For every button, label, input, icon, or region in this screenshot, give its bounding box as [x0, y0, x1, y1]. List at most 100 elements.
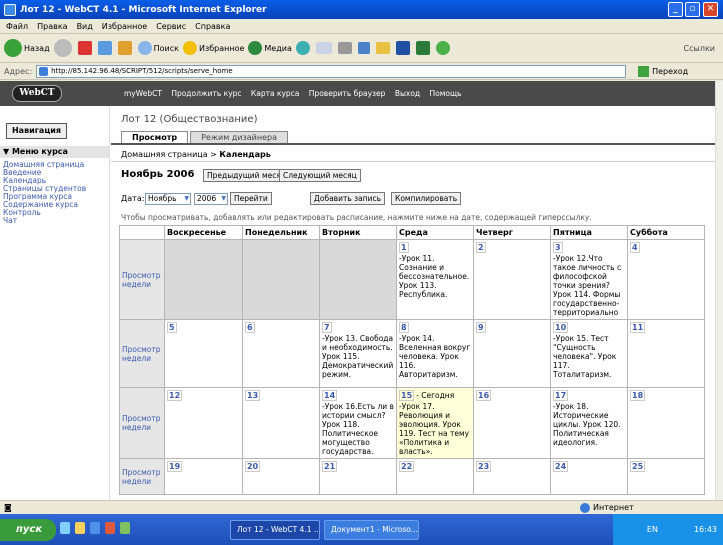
menu-tools[interactable]: Сервис — [156, 22, 186, 31]
calendar-event[interactable]: -Урок 12.Что такое личность с философско… — [553, 254, 625, 317]
calendar-day-cell[interactable]: 3 -Урок 12.Что такое личность с философск… — [550, 239, 628, 320]
menu-edit[interactable]: Правка — [37, 22, 67, 31]
month-select[interactable]: Ноябрь — [145, 193, 191, 205]
menu-favorites[interactable]: Избранное — [102, 22, 147, 31]
calendar-day-cell[interactable]: 8 -Урок 14. Вселенная вокруг человека. Ур… — [396, 319, 474, 388]
calendar-day-cell[interactable]: 1 -Урок 11. Сознание и бессознательное. У… — [396, 239, 474, 320]
day-number-link[interactable]: 24 — [553, 461, 569, 472]
calendar-day-cell[interactable]: 9 — [473, 319, 551, 388]
day-number-link[interactable]: 17 — [553, 390, 569, 401]
task-ie[interactable]: Лот 12 - WebCT 4.1 ... — [230, 519, 320, 540]
day-number-link[interactable]: 21 — [322, 461, 338, 472]
calendar-event[interactable]: -Урок 11. Сознание и бессознательное. Ур… — [399, 254, 471, 299]
calendar-day-cell[interactable]: 17 -Урок 18. Исторические циклы. Урок 120… — [550, 387, 628, 459]
nav-resume-course[interactable]: Продолжить курс — [171, 89, 241, 98]
navigation-button[interactable]: Навигация — [6, 123, 67, 139]
print-button[interactable] — [337, 42, 354, 54]
forward-button[interactable] — [53, 39, 74, 57]
calendar-day-cell[interactable]: 18 — [627, 387, 705, 459]
calendar-event[interactable]: -Урок 13. Свобода и необходимость. Урок … — [322, 334, 394, 379]
history-button[interactable] — [295, 41, 312, 55]
mail-button[interactable] — [315, 42, 334, 54]
day-number-link[interactable]: 8 — [399, 322, 409, 333]
quick-launch-icon[interactable] — [75, 521, 85, 534]
tab-view[interactable]: Просмотр — [121, 131, 189, 143]
calendar-day-cell[interactable]: 10 -Урок 15. Тест "Сущность человека". Ур… — [550, 319, 628, 388]
favorites-button[interactable]: Избранное — [182, 41, 244, 55]
week-view-link[interactable]: Просмотр недели — [119, 239, 165, 320]
day-number-link[interactable]: 20 — [245, 461, 261, 472]
calendar-day-cell[interactable]: 6 — [242, 319, 320, 388]
calendar-day-cell[interactable]: 4 — [627, 239, 705, 320]
next-month-button[interactable]: Следующий месяц — [279, 169, 361, 182]
word-button[interactable] — [395, 41, 412, 55]
quick-launch-icon[interactable] — [90, 521, 100, 534]
calendar-day-cell[interactable]: 7 -Урок 13. Свобода и необходимость. Урок… — [319, 319, 397, 388]
nav-help[interactable]: Помощь — [429, 89, 461, 98]
media-button[interactable]: Медиа — [248, 41, 292, 55]
menu-view[interactable]: Вид — [77, 22, 93, 31]
day-number-link[interactable]: 4 — [630, 242, 640, 253]
prev-month-button[interactable]: Предыдущий месяц — [203, 169, 290, 182]
back-button[interactable]: Назад — [4, 39, 50, 57]
calendar-day-cell[interactable]: 15- Сегодня -Урок 17. Революция и эволюци… — [396, 387, 474, 459]
day-number-link[interactable]: 12 — [167, 390, 183, 401]
breadcrumb-home[interactable]: Домашняя страница > — [121, 150, 217, 159]
quick-launch-icon[interactable] — [60, 521, 70, 534]
day-number-link[interactable]: 11 — [630, 322, 646, 333]
week-view-link[interactable]: Просмотр недели — [119, 458, 165, 495]
calendar-day-cell[interactable]: 5 — [164, 319, 243, 388]
calendar-day-cell[interactable]: 13 — [242, 387, 320, 459]
day-number-link[interactable]: 19 — [167, 461, 183, 472]
stop-button[interactable] — [77, 41, 94, 55]
add-entry-button[interactable]: Добавить запись — [310, 192, 386, 205]
maximize-button[interactable]: ▫ — [685, 2, 700, 17]
year-select[interactable]: 2006 — [194, 193, 228, 205]
research-button[interactable] — [415, 41, 432, 55]
calendar-day-cell[interactable]: 14 -Урок 16.Есть ли в истории смысл? Урок… — [319, 387, 397, 459]
messenger-button[interactable] — [435, 41, 452, 55]
calendar-day-cell[interactable]: 25 — [627, 458, 705, 495]
quick-launch-icon[interactable] — [105, 521, 115, 534]
day-number-link[interactable]: 18 — [630, 390, 646, 401]
links-button[interactable]: Ссылки — [684, 44, 715, 53]
course-menu-header[interactable]: ▼ Меню курса — [0, 146, 110, 158]
start-button[interactable]: пуск — [0, 518, 56, 541]
day-number-link[interactable]: 1 — [399, 242, 409, 253]
day-number-link[interactable]: 14 — [322, 390, 338, 401]
close-button[interactable]: ✕ — [703, 2, 718, 17]
discuss-button[interactable] — [375, 42, 392, 54]
calendar-event[interactable]: -Урок 15. Тест "Сущность человека". Урок… — [553, 334, 625, 379]
day-number-link[interactable]: 13 — [245, 390, 261, 401]
go-date-button[interactable]: Перейти — [230, 192, 272, 205]
day-number-link[interactable]: 7 — [322, 322, 332, 333]
calendar-day-cell[interactable]: 19 — [164, 458, 243, 495]
compile-button[interactable]: Компилировать — [391, 192, 462, 205]
calendar-event[interactable]: -Урок 14. Вселенная вокруг человека. Уро… — [399, 334, 471, 379]
day-number-link[interactable]: 23 — [476, 461, 492, 472]
day-number-link[interactable]: 16 — [476, 390, 492, 401]
week-view-link[interactable]: Просмотр недели — [119, 319, 165, 388]
search-button[interactable]: Поиск — [137, 41, 179, 55]
tab-designer[interactable]: Режим дизайнера — [190, 131, 289, 143]
quick-launch-icon[interactable] — [120, 521, 130, 534]
refresh-button[interactable] — [97, 41, 114, 55]
calendar-day-cell[interactable]: 22 — [396, 458, 474, 495]
calendar-day-cell[interactable]: 2 — [473, 239, 551, 320]
address-input[interactable]: http://85.142.96.48/SCRIPT/512/scripts/s… — [36, 64, 627, 78]
nav-course-map[interactable]: Карта курса — [251, 89, 299, 98]
calendar-event[interactable]: -Урок 17. Революция и эволюция. Урок 119… — [399, 402, 471, 456]
home-button[interactable] — [117, 41, 134, 55]
menu-file[interactable]: Файл — [6, 22, 28, 31]
menu-help[interactable]: Справка — [195, 22, 230, 31]
calendar-day-cell[interactable]: 21 — [319, 458, 397, 495]
day-number-link[interactable]: 6 — [245, 322, 255, 333]
day-number-link[interactable]: 5 — [167, 322, 177, 333]
calendar-day-cell[interactable]: 16 — [473, 387, 551, 459]
menu-item-chat[interactable]: Чат — [3, 217, 86, 225]
day-number-link[interactable]: 9 — [476, 322, 486, 333]
edit-button[interactable] — [357, 42, 372, 54]
task-word[interactable]: Документ1 - Microso... — [324, 519, 419, 540]
day-number-link[interactable]: 10 — [553, 322, 569, 333]
day-number-link[interactable]: 2 — [476, 242, 486, 253]
